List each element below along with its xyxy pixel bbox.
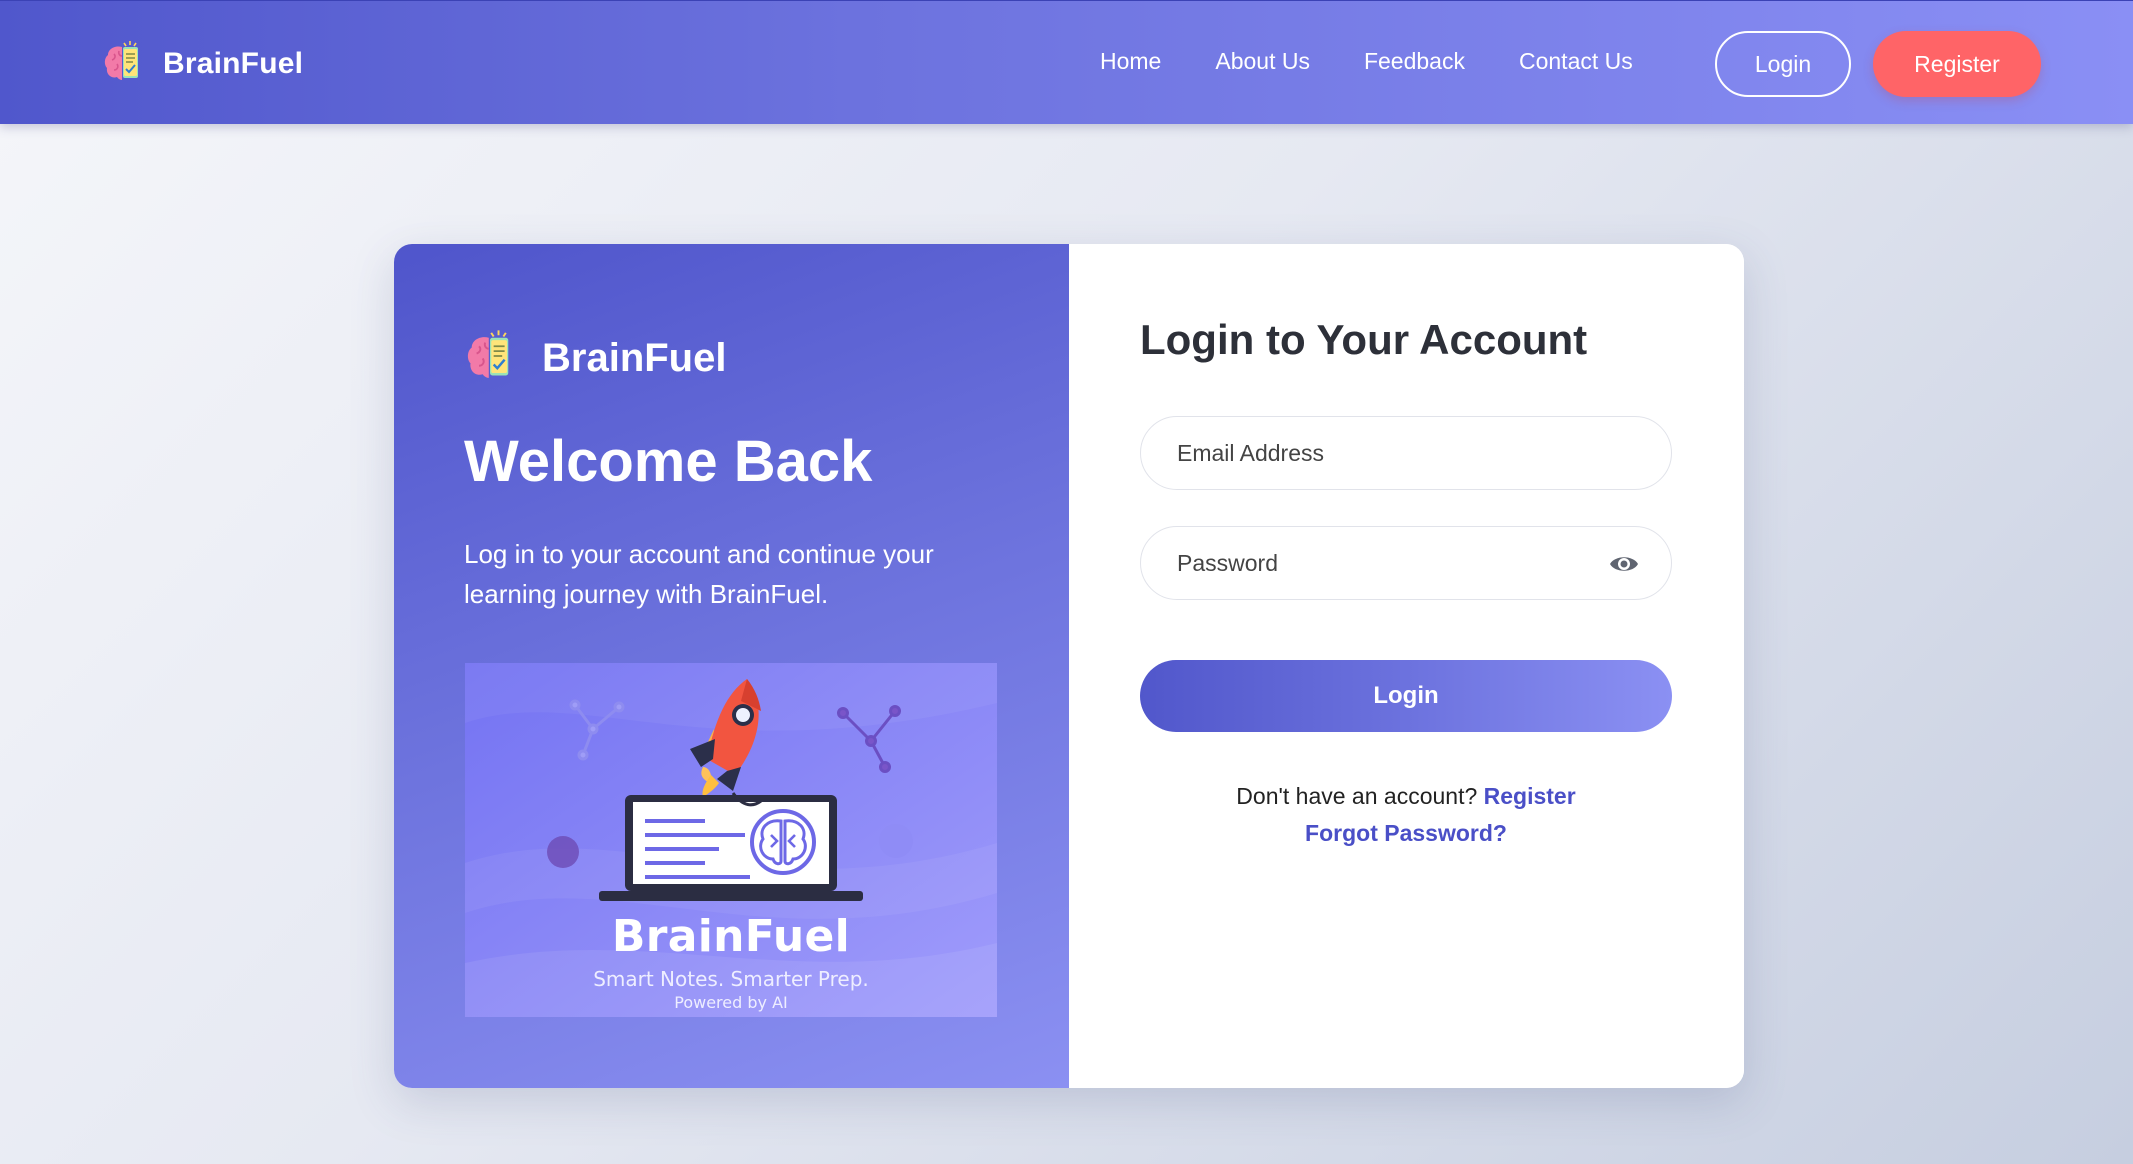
nav-register-button[interactable]: Register — [1873, 31, 2041, 97]
login-form-panel: Login to Your Account Login Don't have a… — [1069, 244, 1744, 1088]
email-input[interactable] — [1141, 417, 1671, 489]
illustration-tagline: Smart Notes. Smarter Prep. — [593, 967, 869, 991]
nav-link-about-us[interactable]: About Us — [1215, 48, 1310, 75]
nav-links: Home About Us Feedback Contact Us — [1100, 48, 1633, 75]
register-prompt: Don't have an account? Register — [1140, 783, 1672, 810]
nav-link-feedback[interactable]: Feedback — [1364, 48, 1465, 75]
forgot-password-link[interactable]: Forgot Password? — [1305, 820, 1507, 846]
password-field-wrapper — [1140, 526, 1672, 600]
panel-brand: BrainFuel — [464, 328, 726, 389]
welcome-description: Log in to your account and continue your… — [464, 539, 934, 609]
brand-home-link[interactable]: BrainFuel — [103, 39, 304, 90]
nav-login-button[interactable]: Login — [1715, 31, 1851, 97]
no-account-text: Don't have an account? — [1236, 783, 1478, 809]
brainfuel-illustration: BrainFuel Smart Notes. Smarter Prep. Pow… — [465, 663, 997, 1017]
email-field-wrapper — [1140, 416, 1672, 490]
illustration-title: BrainFuel — [611, 911, 851, 962]
brain-icon — [750, 809, 816, 875]
login-card: BrainFuel Welcome Back Log in to your ac… — [394, 244, 1744, 1088]
register-link[interactable]: Register — [1484, 783, 1576, 809]
login-title: Login to Your Account — [1140, 316, 1588, 363]
nav-link-home[interactable]: Home — [1100, 48, 1161, 75]
brain-notes-icon — [103, 39, 143, 90]
nav-link-contact-us[interactable]: Contact Us — [1519, 48, 1633, 75]
eye-icon[interactable] — [1609, 552, 1639, 576]
welcome-panel: BrainFuel Welcome Back Log in to your ac… — [394, 244, 1069, 1088]
login-submit-button[interactable]: Login — [1140, 660, 1672, 732]
password-input[interactable] — [1141, 527, 1671, 599]
welcome-title: Welcome Back — [464, 429, 873, 494]
laptop-icon — [599, 792, 863, 901]
illustration-powered-by: Powered by AI — [674, 993, 788, 1012]
brain-notes-icon — [464, 328, 516, 389]
brand-name: BrainFuel — [163, 47, 304, 80]
panel-brand-name: BrainFuel — [542, 336, 727, 380]
navbar: BrainFuel Home About Us Feedback Contact… — [0, 0, 2133, 124]
forgot-password-row: Forgot Password? — [1140, 820, 1672, 847]
